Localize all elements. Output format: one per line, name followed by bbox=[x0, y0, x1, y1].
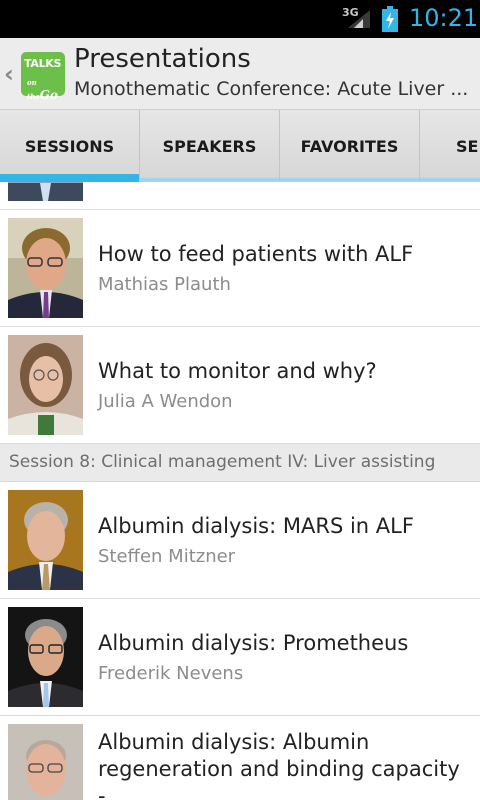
presentation-title: Albumin dialysis: Albumin regeneration a… bbox=[98, 730, 460, 800]
list-item[interactable]: Albumin dialysis: MARS in ALF Steffen Mi… bbox=[0, 482, 480, 599]
speaker-name: Mathias Plauth bbox=[98, 274, 231, 295]
list-item[interactable]: How to feed patients with ALF Mathias Pl… bbox=[0, 210, 480, 327]
app-logo[interactable]: TALKS on theGo bbox=[21, 52, 65, 102]
tab-sessions[interactable]: SESSIONS bbox=[0, 110, 140, 182]
up-navigation-icon[interactable]: ‹ bbox=[4, 60, 14, 88]
speaker-name: Frederik Nevens bbox=[98, 663, 244, 684]
tab-favorites[interactable]: FAVORITES bbox=[280, 110, 420, 182]
page-title: Presentations bbox=[74, 44, 251, 74]
status-bar: 3G 10:21 bbox=[0, 0, 480, 38]
speaker-photo bbox=[8, 607, 83, 707]
speaker-name: Steffen Mitzner bbox=[98, 546, 236, 567]
speaker-photo bbox=[8, 490, 83, 590]
list-item[interactable]: Albumin dialysis: Albumin regeneration a… bbox=[0, 716, 480, 800]
list-item[interactable]: Albumin dialysis: Prometheus Frederik Ne… bbox=[0, 599, 480, 716]
signal-icon bbox=[348, 10, 370, 28]
session-header: Session 8: Clinical management IV: Liver… bbox=[0, 444, 480, 482]
action-bar: ‹ TALKS on theGo Presentations Monothema… bbox=[0, 38, 480, 110]
speaker-name: Julia A Wendon bbox=[98, 391, 233, 412]
speaker-photo bbox=[8, 182, 83, 201]
presentation-title: What to monitor and why? bbox=[98, 359, 377, 383]
presentations-list: How to feed patients with ALF Mathias Pl… bbox=[0, 182, 480, 800]
speaker-photo bbox=[8, 724, 83, 800]
battery-charging-icon bbox=[382, 6, 398, 32]
status-time: 10:21 bbox=[409, 4, 479, 32]
speaker-photo bbox=[8, 218, 83, 318]
presentation-title: How to feed patients with ALF bbox=[98, 242, 414, 266]
tab-speakers[interactable]: SPEAKERS bbox=[140, 110, 280, 182]
list-item[interactable]: What to monitor and why? Julia A Wendon bbox=[0, 327, 480, 444]
presentation-title: Albumin dialysis: MARS in ALF bbox=[98, 514, 414, 538]
page-subtitle: Monothematic Conference: Acute Liver ... bbox=[74, 78, 469, 100]
tab-search[interactable]: SE bbox=[420, 110, 480, 182]
tab-bar: SESSIONS SPEAKERS FAVORITES SE bbox=[0, 110, 480, 182]
list-item[interactable] bbox=[0, 182, 480, 210]
speaker-photo bbox=[8, 335, 83, 435]
presentation-title: Albumin dialysis: Prometheus bbox=[98, 631, 409, 655]
